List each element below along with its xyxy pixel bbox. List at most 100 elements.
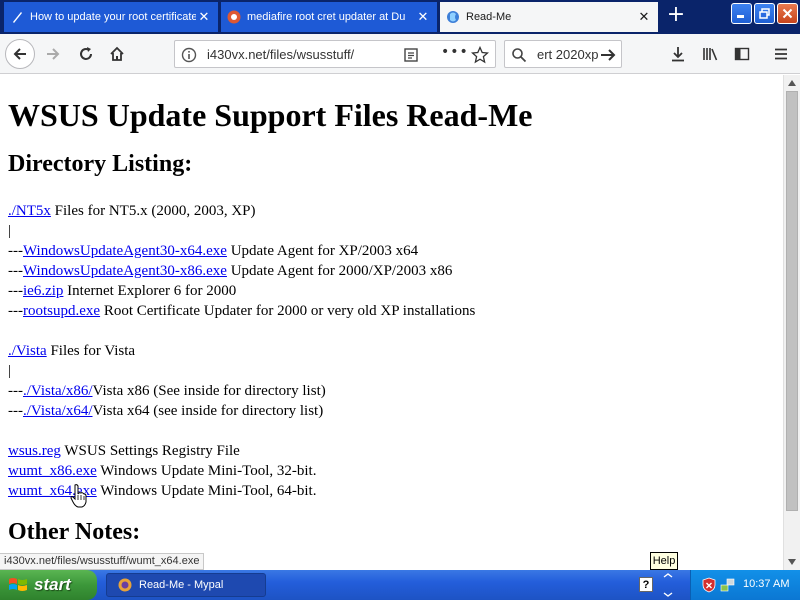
back-button[interactable] <box>5 39 35 69</box>
close-window-button[interactable] <box>777 3 798 24</box>
rootsupd-link[interactable]: rootsupd.exe <box>23 303 100 319</box>
reader-view-icon[interactable] <box>403 47 419 63</box>
tab-mediafire-search[interactable]: mediafire root cret updater at Du ✕ <box>221 2 437 32</box>
tree-prefix: --- <box>8 243 23 259</box>
item-description: Windows Update Mini-Tool, 64-bit. <box>96 483 317 499</box>
pen-icon <box>10 10 24 24</box>
scroll-down-button[interactable] <box>784 554 800 570</box>
minimize-button[interactable] <box>731 3 752 24</box>
vertical-scrollbar[interactable] <box>783 75 800 570</box>
item-description: Internet Explorer 6 for 2000 <box>63 283 237 299</box>
tab-title: How to update your root certificates <box>30 11 196 23</box>
forward-button[interactable] <box>39 40 67 68</box>
vista-item: ---./Vista/x64/Vista x64 (see inside for… <box>8 402 323 420</box>
network-icon[interactable] <box>720 577 736 593</box>
home-icon <box>110 46 124 61</box>
item-description: Update Agent for XP/2003 x64 <box>226 243 419 259</box>
vista-x64-link[interactable]: ./Vista/x64/ <box>23 403 93 419</box>
scroll-down-arrow-icon <box>788 559 796 565</box>
restore-button[interactable] <box>754 3 775 24</box>
ie6-link[interactable]: ie6.zip <box>23 283 63 299</box>
url-bar[interactable]: i430vx.net/files/wsusstuff/ ••• <box>174 40 496 68</box>
nt5x-link[interactable]: ./NT5x <box>8 203 51 219</box>
nt5x-item: ---ie6.zip Internet Explorer 6 for 2000 <box>8 282 236 300</box>
page-title: WSUS Update Support Files Read-Me <box>8 97 533 133</box>
hamburger-menu-button[interactable] <box>767 40 795 68</box>
vista-link[interactable]: ./Vista <box>8 343 47 359</box>
bookmark-star-icon[interactable] <box>471 46 489 64</box>
tab-root-certificates[interactable]: How to update your root certificates ✕ <box>4 2 218 32</box>
search-bar[interactable]: ert 2020xp <box>504 40 622 68</box>
scroll-up-button[interactable] <box>784 75 800 91</box>
tree-prefix: --- <box>8 283 23 299</box>
back-arrow-icon <box>13 48 26 60</box>
sidebar-toggle-button[interactable] <box>728 40 756 68</box>
item-description: Windows Update Mini-Tool, 32-bit. <box>96 463 317 479</box>
home-button[interactable] <box>103 40 131 68</box>
search-go-arrow-icon[interactable] <box>599 46 617 64</box>
tab-read-me[interactable]: Read-Me ✕ <box>440 2 658 32</box>
vista-x86-link[interactable]: ./Vista/x86/ <box>23 383 93 399</box>
restore-icon <box>759 8 770 19</box>
tab-title: mediafire root cret updater at Du <box>247 11 406 23</box>
tab-title: Read-Me <box>466 11 512 23</box>
info-icon[interactable] <box>181 47 197 63</box>
tree-prefix: --- <box>8 263 23 279</box>
hand-cursor-icon <box>70 484 87 508</box>
notification-arrows-icon[interactable] <box>660 573 676 597</box>
system-tray: 10:37 AM <box>690 570 800 600</box>
scroll-up-arrow-icon <box>788 80 796 86</box>
navigation-toolbar: i430vx.net/files/wsusstuff/ ••• ert 2020… <box>0 34 800 74</box>
start-label: start <box>34 575 71 594</box>
misc-item: wsus.reg WSUS Settings Registry File <box>8 442 240 460</box>
new-tab-button[interactable]: + <box>664 4 688 28</box>
security-shield-icon[interactable] <box>701 577 717 593</box>
other-notes-heading: Other Notes: <box>8 519 141 545</box>
close-icon <box>782 8 793 19</box>
forward-arrow-icon <box>47 48 60 60</box>
downloads-button[interactable] <box>664 40 692 68</box>
language-indicator[interactable]: ? <box>639 577 653 592</box>
item-description: Vista x64 (see inside for directory list… <box>92 403 324 419</box>
url-text[interactable]: i430vx.net/files/wsusstuff/ <box>207 47 354 62</box>
directory-listing-heading: Directory Listing: <box>8 151 193 177</box>
item-description: WSUS Settings Registry File <box>60 443 240 459</box>
reload-button[interactable] <box>72 40 100 68</box>
nt5x-entry: ./NT5x Files for NT5.x (2000, 2003, XP) <box>8 202 256 220</box>
wsus-reg-link[interactable]: wsus.reg <box>8 443 61 459</box>
item-description: Vista x86 (See inside for directory list… <box>92 383 326 399</box>
close-tab-icon[interactable]: ✕ <box>636 9 652 25</box>
tree-pipe: | <box>8 223 12 239</box>
shield-icon <box>227 10 241 24</box>
nt5x-item: ---WindowsUpdateAgent30-x64.exe Update A… <box>8 242 418 260</box>
wua-x64-link[interactable]: WindowsUpdateAgent30-x64.exe <box>23 243 227 259</box>
tab-bar: How to update your root certificates ✕ m… <box>0 0 800 34</box>
help-tooltip: Help <box>650 552 678 570</box>
tree-prefix: --- <box>8 383 23 399</box>
page-content: WSUS Update Support Files Read-Me Direct… <box>0 75 783 570</box>
reload-icon <box>80 47 92 60</box>
scroll-thumb[interactable] <box>786 91 798 511</box>
taskbar-item-mypal[interactable]: Read-Me - Mypal <box>106 573 266 597</box>
start-button[interactable]: start <box>0 570 97 600</box>
close-tab-icon[interactable]: ✕ <box>196 9 212 25</box>
tree-pipe: | <box>8 363 12 379</box>
sidebar-icon <box>734 47 750 61</box>
nt5x-item: ---WindowsUpdateAgent30-x86.exe Update A… <box>8 262 452 280</box>
vista-description: Files for Vista <box>46 343 136 359</box>
download-icon <box>672 47 684 62</box>
page-actions-menu[interactable]: ••• <box>441 44 469 60</box>
globe-icon <box>446 10 460 24</box>
search-input[interactable]: ert 2020xp <box>537 47 598 62</box>
misc-item: wumt_x64.exe Windows Update Mini-Tool, 6… <box>8 482 316 500</box>
library-button[interactable] <box>697 40 725 68</box>
mypal-app-icon <box>118 578 132 592</box>
wua-x86-link[interactable]: WindowsUpdateAgent30-x86.exe <box>23 263 227 279</box>
taskbar-item-label: Read-Me - Mypal <box>139 579 224 591</box>
taskbar: start Read-Me - Mypal ? 10:37 AM <box>0 570 800 600</box>
wumt-x86-link[interactable]: wumt_x86.exe <box>8 463 97 479</box>
item-description: Update Agent for 2000/XP/2003 x86 <box>226 263 453 279</box>
item-description: Root Certificate Updater for 2000 or ver… <box>100 303 476 319</box>
vista-entry: ./Vista Files for Vista <box>8 342 135 360</box>
close-tab-icon[interactable]: ✕ <box>415 9 431 25</box>
